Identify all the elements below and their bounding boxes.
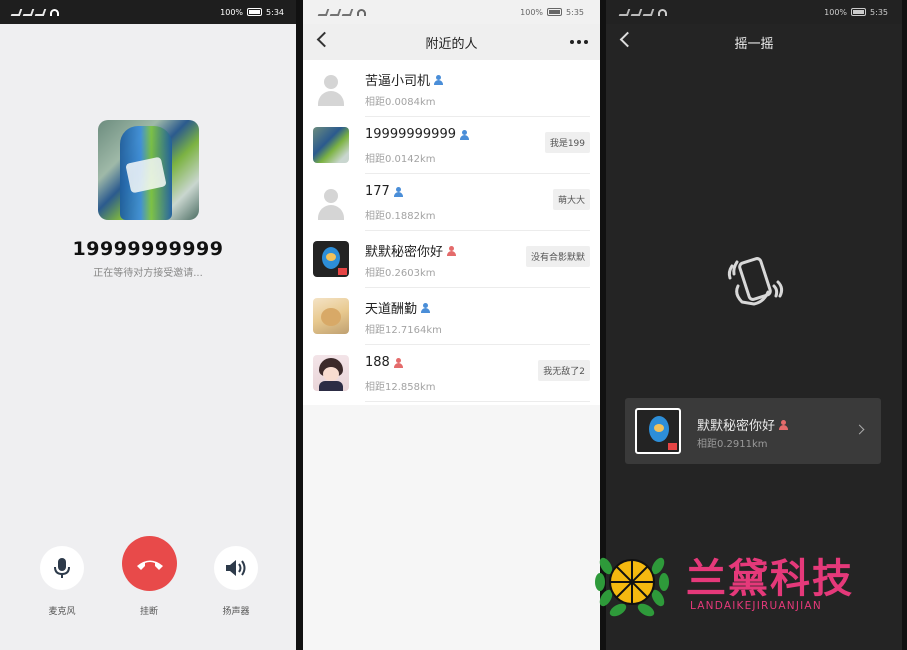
- user-name: 19999999999: [365, 127, 456, 142]
- battery-icon: [547, 8, 563, 16]
- list-item[interactable]: 苦逼小司机 相距0.0084km: [303, 60, 600, 117]
- clock: 5:35: [566, 7, 584, 17]
- avatar: [313, 70, 349, 106]
- brand-watermark: 兰黛科技 LANDAIKEJIRUANJIAN: [592, 542, 882, 622]
- nearby-people-screen: 100% 5:35 附近的人 苦逼小司机 相距0.0084km 19999999…: [303, 0, 600, 650]
- signal-icon: [317, 8, 366, 16]
- avatar: [313, 184, 349, 220]
- phone-hangup-icon: [136, 560, 163, 570]
- user-name: 天道酬勤: [365, 302, 418, 317]
- brand-name-cn: 兰黛科技: [686, 556, 854, 602]
- nav-bar: 摇一摇: [606, 24, 902, 60]
- status-bar: 100% 5:34: [0, 0, 296, 24]
- page-title: 摇一摇: [734, 36, 774, 52]
- user-distance: 相距0.2603km: [365, 268, 436, 279]
- battery-percent: 100%: [520, 7, 544, 17]
- wifi-icon: [357, 8, 366, 16]
- female-icon: [778, 419, 789, 430]
- nav-bar: 附近的人: [303, 24, 600, 60]
- screenshot-collage: 100% 5:34 19999999999 正在等待对方接受邀请... 麦克风 …: [0, 0, 907, 650]
- list-item[interactable]: 19999999999 相距0.0142km 我是199: [303, 117, 600, 174]
- avatar: [313, 355, 349, 391]
- brand-logo-icon: [595, 557, 669, 617]
- back-arrow-icon[interactable]: [316, 31, 333, 48]
- callee-number: 19999999999: [72, 238, 224, 260]
- battery-icon: [247, 8, 263, 16]
- signature-tag: 萌大大: [552, 189, 590, 210]
- avatar: [313, 127, 349, 163]
- user-distance: 相距0.1882km: [365, 211, 436, 222]
- hangup-button[interactable]: [122, 536, 177, 591]
- microphone-label: 麦克风: [48, 607, 76, 617]
- clock: 5:34: [266, 7, 284, 17]
- call-status-text: 正在等待对方接受邀请...: [93, 268, 203, 279]
- user-name: 188: [365, 355, 390, 370]
- list-item[interactable]: 177 相距0.1882km 萌大大: [303, 174, 600, 231]
- signature-tag: 没有合影默默: [525, 246, 590, 267]
- battery-percent: 100%: [220, 7, 244, 17]
- page-title: 附近的人: [425, 36, 478, 52]
- user-name: 苦逼小司机: [365, 74, 431, 89]
- microphone-icon: [54, 558, 70, 578]
- speaker-label: 扬声器: [222, 607, 250, 617]
- divider: [902, 0, 907, 650]
- wifi-icon: [50, 8, 59, 16]
- male-icon: [433, 74, 444, 85]
- list-item[interactable]: 188 相距12.858km 我无敌了2: [303, 345, 600, 402]
- signature-tag: 我是199: [544, 132, 590, 153]
- user-distance: 相距0.2911km: [697, 439, 768, 450]
- user-distance: 相距0.0142km: [365, 154, 436, 165]
- divider: [296, 0, 303, 650]
- signal-icon: [10, 8, 59, 16]
- battery-icon: [851, 8, 867, 16]
- callee-avatar: [98, 120, 199, 220]
- clock: 5:35: [870, 7, 888, 17]
- status-bar: 100% 5:35: [303, 0, 600, 24]
- user-distance: 相距12.7164km: [365, 325, 442, 336]
- more-options-icon[interactable]: [570, 40, 588, 44]
- shake-result-card[interactable]: 默默秘密你好 相距0.2911km: [625, 398, 881, 464]
- avatar: [313, 298, 349, 334]
- user-name: 177: [365, 184, 390, 199]
- status-bar: 100% 5:35: [606, 0, 902, 24]
- microphone-button[interactable]: [40, 546, 84, 590]
- battery-percent: 100%: [824, 7, 848, 17]
- shake-phone-icon: [727, 257, 784, 306]
- list-item[interactable]: 天道酬勤 相距12.7164km: [303, 288, 600, 345]
- brand-name-en: LANDAIKEJIRUANJIAN: [690, 600, 822, 612]
- male-icon: [459, 129, 469, 140]
- female-icon: [446, 245, 457, 256]
- user-name: 默默秘密你好: [365, 245, 444, 260]
- back-arrow-icon[interactable]: [619, 31, 636, 48]
- speaker-icon: [226, 560, 246, 576]
- avatar: [635, 408, 681, 454]
- male-icon: [393, 186, 403, 197]
- male-icon: [420, 302, 431, 313]
- hangup-label: 挂断: [139, 607, 158, 617]
- list-item[interactable]: 默默秘密你好 相距0.2603km 没有合影默默: [303, 231, 600, 288]
- speaker-button[interactable]: [214, 546, 258, 590]
- female-icon: [393, 357, 403, 368]
- user-distance: 相距12.858km: [365, 382, 436, 393]
- wifi-icon: [658, 8, 667, 16]
- signal-icon: [618, 8, 667, 16]
- user-distance: 相距0.0084km: [365, 97, 436, 108]
- nearby-list: 苦逼小司机 相距0.0084km 19999999999 相距0.0142km …: [303, 60, 600, 405]
- avatar: [313, 241, 349, 277]
- chevron-right-icon: [854, 424, 865, 435]
- user-name: 默默秘密你好: [697, 419, 776, 434]
- signature-tag: 我无敌了2: [538, 360, 590, 381]
- call-screen: 100% 5:34 19999999999 正在等待对方接受邀请... 麦克风 …: [0, 0, 296, 650]
